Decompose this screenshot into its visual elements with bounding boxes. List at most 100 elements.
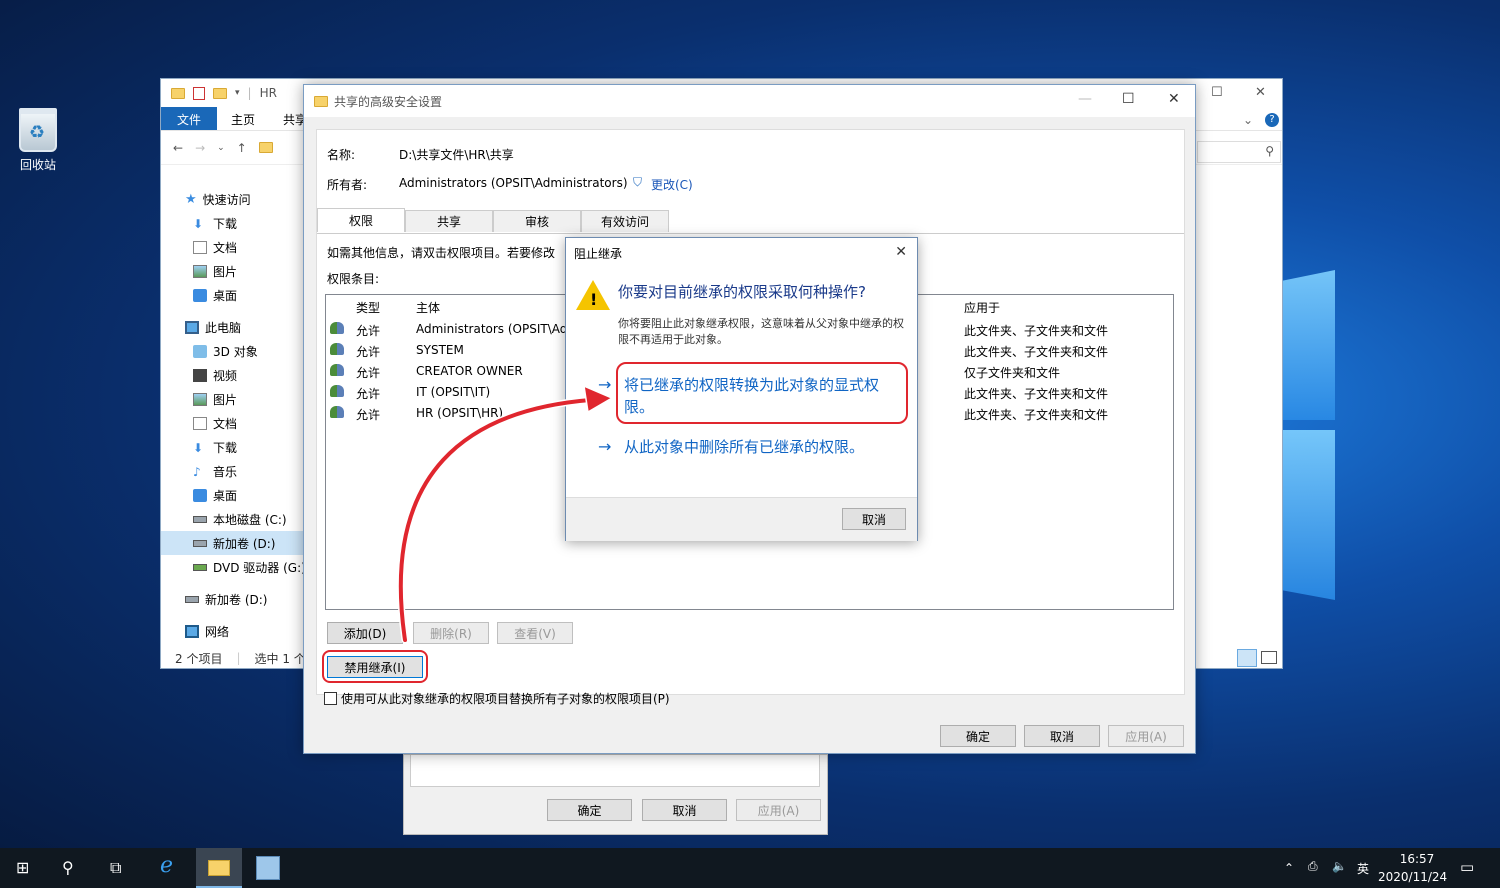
arrow-right-icon: →: [598, 437, 612, 456]
ok-button[interactable]: 确定: [940, 725, 1016, 747]
cancel-button[interactable]: 取消: [1024, 725, 1100, 747]
tab-permissions[interactable]: 权限: [317, 208, 405, 232]
details-view-icon[interactable]: [1237, 649, 1257, 667]
nav-documents[interactable]: 文档: [161, 235, 311, 259]
nav-music[interactable]: ♪ 音乐: [161, 459, 311, 483]
nav-pictures-pc[interactable]: 图片: [161, 387, 311, 411]
large-icons-view-icon[interactable]: [1261, 651, 1277, 664]
users-icon: [330, 406, 344, 418]
close-icon[interactable]: ✕: [1255, 85, 1266, 100]
replace-checkbox[interactable]: [324, 692, 337, 705]
nav-3d-objects[interactable]: 3D 对象: [161, 339, 311, 363]
remove-button[interactable]: 删除(R): [413, 622, 489, 644]
music-icon: ♪: [193, 464, 201, 479]
properties-dialog: 确定 取消 应用(A): [403, 754, 828, 835]
apply-button[interactable]: 应用(A): [1108, 725, 1184, 747]
back-icon[interactable]: ←: [173, 141, 183, 155]
tab-auditing[interactable]: 审核: [493, 210, 581, 232]
drive-icon: [185, 595, 199, 603]
properties-ok-button[interactable]: 确定: [547, 799, 632, 821]
up-icon[interactable]: ↑: [237, 141, 247, 155]
block-cancel-button[interactable]: 取消: [842, 508, 906, 530]
users-icon: [330, 364, 344, 376]
start-icon[interactable]: ⊞: [16, 858, 29, 877]
ribbon-expand-icon[interactable]: ⌄: [1243, 113, 1253, 127]
minimize-icon[interactable]: —: [1078, 91, 1092, 107]
ie-icon[interactable]: ℯ: [160, 853, 173, 878]
highlight-ring: [322, 650, 428, 683]
network-status-icon[interactable]: ⎙: [1308, 859, 1318, 874]
info-text: 如需其他信息，请双击权限项目。若要修改: [327, 246, 556, 260]
download-icon: ⬇: [193, 440, 204, 455]
qat-dropdown-icon[interactable]: ▾: [235, 88, 240, 98]
help-icon[interactable]: ?: [1265, 113, 1279, 127]
recycle-bin[interactable]: 回收站: [8, 108, 68, 173]
desktop-icon: [193, 488, 207, 502]
clock-time[interactable]: 16:57: [1392, 852, 1442, 866]
download-icon: ⬇: [193, 216, 204, 231]
properties-apply-button[interactable]: 应用(A): [736, 799, 821, 821]
nav-videos[interactable]: 视频: [161, 363, 311, 387]
server-manager-icon[interactable]: [256, 856, 280, 880]
ribbon-tab-file[interactable]: 文件: [161, 107, 218, 130]
maximize-icon[interactable]: ☐: [1122, 91, 1135, 107]
nav-quick-access[interactable]: ★ 快速访问: [161, 187, 311, 211]
remove-inherited-option[interactable]: → 从此对象中删除所有已继承的权限。: [598, 436, 894, 458]
block-inheritance-dialog: 阻止继承 ✕ ! 你要对目前继承的权限采取何种操作? 你将要阻止此对象继承权限，…: [565, 237, 918, 541]
properties-icon[interactable]: [193, 86, 205, 100]
nav-downloads[interactable]: ⬇ 下载: [161, 211, 311, 235]
explorer-title: HR: [259, 86, 277, 100]
document-icon: [193, 240, 207, 254]
nav-desktop-pc[interactable]: 桌面: [161, 483, 311, 507]
col-applies-to[interactable]: 应用于: [964, 299, 1000, 316]
view-button[interactable]: 查看(V): [497, 622, 573, 644]
nav-documents-pc[interactable]: 文档: [161, 411, 311, 435]
desktop-icon: [193, 288, 207, 302]
nav-downloads-pc[interactable]: ⬇ 下载: [161, 435, 311, 459]
add-button[interactable]: 添加(D): [327, 622, 403, 644]
folder-icon: [171, 87, 185, 99]
forward-icon[interactable]: →: [195, 141, 205, 155]
nav-new-volume-d-root[interactable]: 新加卷 (D:): [161, 587, 311, 611]
notifications-icon[interactable]: ▭: [1460, 858, 1474, 876]
tray-expand-icon[interactable]: ⌃: [1284, 861, 1294, 875]
close-icon[interactable]: ✕: [895, 244, 907, 260]
shield-icon: ⛉: [633, 175, 643, 189]
document-icon: [193, 416, 207, 430]
maximize-icon[interactable]: ☐: [1211, 85, 1223, 100]
col-type[interactable]: 类型: [356, 299, 380, 316]
drive-icon: [193, 515, 207, 523]
recent-icon[interactable]: ⌄: [217, 143, 225, 153]
item-count: 2 个项目: [175, 651, 223, 666]
change-owner-link[interactable]: 更改(C): [651, 176, 693, 193]
nav-pictures[interactable]: 图片: [161, 259, 311, 283]
nav-local-disk-c[interactable]: 本地磁盘 (C:): [161, 507, 311, 531]
file-explorer-taskbar-button[interactable]: [196, 848, 242, 888]
drive-icon: [193, 539, 207, 547]
nav-this-pc[interactable]: 此电脑: [161, 315, 311, 339]
highlight-ring: [616, 362, 908, 424]
replace-child-permissions[interactable]: 使用可从此对象继承的权限项目替换所有子对象的权限项目(P): [324, 690, 670, 707]
nav-desktop[interactable]: 桌面: [161, 283, 311, 307]
close-icon[interactable]: ✕: [1168, 91, 1180, 107]
volume-icon[interactable]: 🔈: [1332, 859, 1347, 873]
block-title: 阻止继承: [574, 246, 623, 261]
entries-label: 权限条目:: [327, 272, 380, 286]
task-view-icon[interactable]: ⧉: [110, 858, 121, 878]
properties-cancel-button[interactable]: 取消: [642, 799, 727, 821]
computer-icon: [185, 320, 199, 334]
search-box[interactable]: ⚲: [1197, 141, 1281, 163]
network-icon: [185, 624, 199, 638]
tab-share[interactable]: 共享: [405, 210, 493, 232]
picture-icon: [193, 392, 207, 406]
search-icon[interactable]: ⚲: [62, 858, 74, 877]
new-folder-icon[interactable]: [213, 87, 227, 99]
nav-new-volume-d[interactable]: 新加卷 (D:): [161, 531, 311, 555]
tab-effective-access[interactable]: 有效访问: [581, 210, 669, 232]
nav-network[interactable]: 网络: [161, 619, 311, 643]
col-principal[interactable]: 主体: [416, 299, 440, 316]
ribbon-tab-home[interactable]: 主页: [217, 107, 269, 130]
nav-dvd-drive-g[interactable]: DVD 驱动器 (G:): [161, 555, 311, 579]
clock-date[interactable]: 2020/11/24: [1378, 870, 1447, 884]
ime-indicator[interactable]: 英: [1357, 860, 1369, 877]
